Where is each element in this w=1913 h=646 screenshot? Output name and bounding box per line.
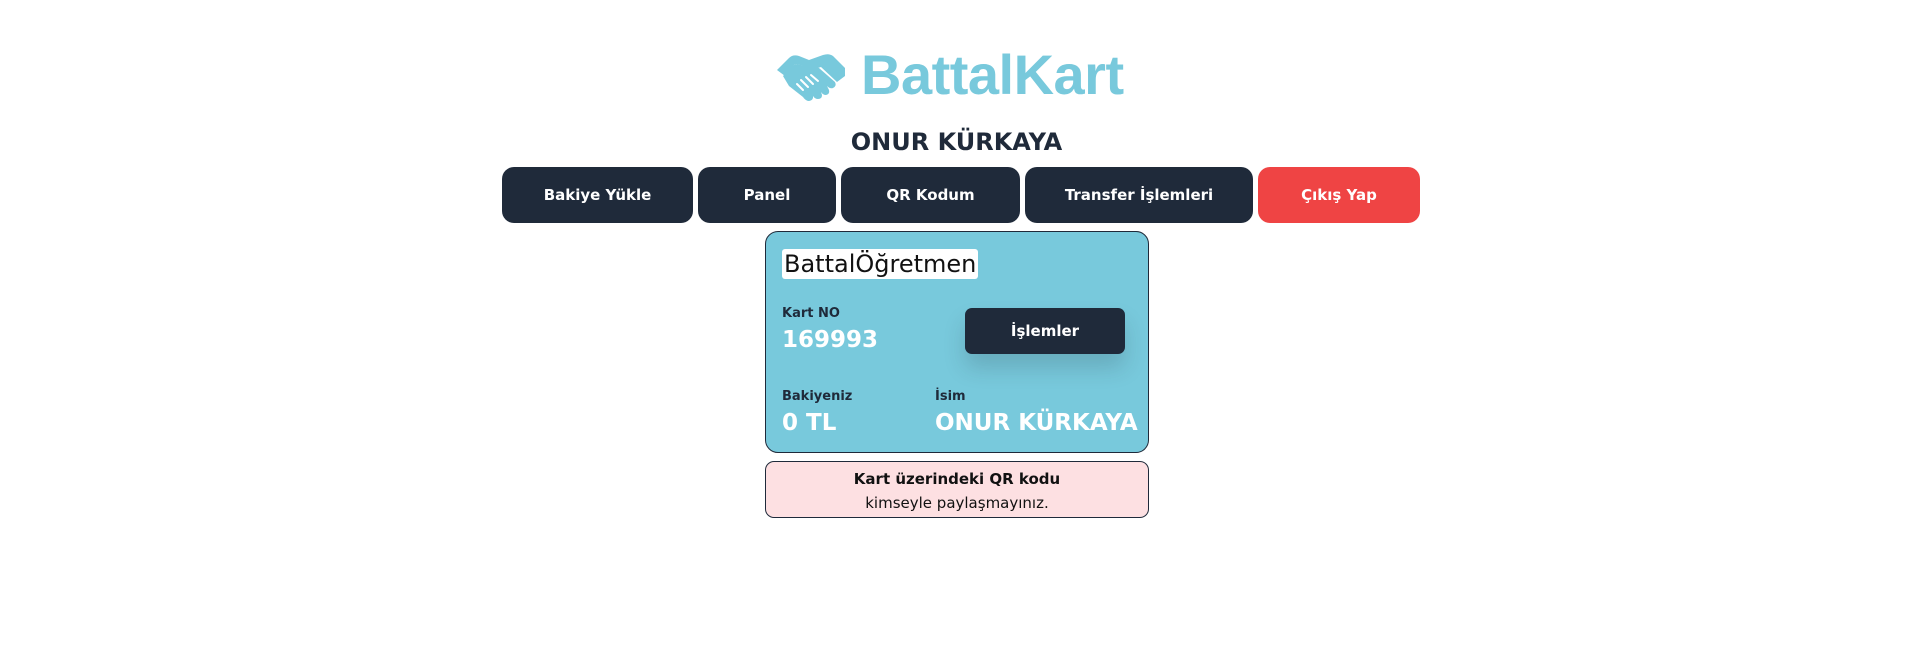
load-balance-button[interactable]: Bakiye Yükle [502,167,693,223]
brand-logo[interactable]: BattalKart [775,44,1150,106]
card-no-label: Kart NO [782,306,840,321]
panel-button[interactable]: Panel [698,167,836,223]
card-holder-label: İsim [935,389,966,404]
qr-warning: Kart üzerindeki QR kodu kimseyle paylaşm… [765,461,1149,518]
qr-code-button[interactable]: QR Kodum [841,167,1020,223]
user-display-name: ONUR KÜRKAYA [850,128,1063,156]
page: BattalKart ONUR KÜRKAYA Bakiye Yükle Pan… [0,0,1913,646]
logout-button[interactable]: Çıkış Yap [1258,167,1420,223]
balance-value: 0 TL [782,410,837,436]
card-brand: BattalÖğretmen [782,249,979,279]
brand-name: BattalKart [861,43,1124,106]
card-no-value: 169993 [782,327,879,353]
card-holder-name: ONUR KÜRKAYA [935,410,1138,436]
balance-label: Bakiyeniz [782,389,853,404]
student-card: BattalÖğretmen Kart NO 169993 İşlemler B… [765,231,1149,453]
handshake-icon [777,54,845,101]
qr-warning-text: kimseyle paylaşmayınız. [865,494,1049,512]
transactions-button[interactable]: İşlemler [965,308,1125,354]
transfer-operations-button[interactable]: Transfer İşlemleri [1025,167,1253,223]
qr-warning-title: Kart üzerindeki QR kodu [853,470,1061,488]
